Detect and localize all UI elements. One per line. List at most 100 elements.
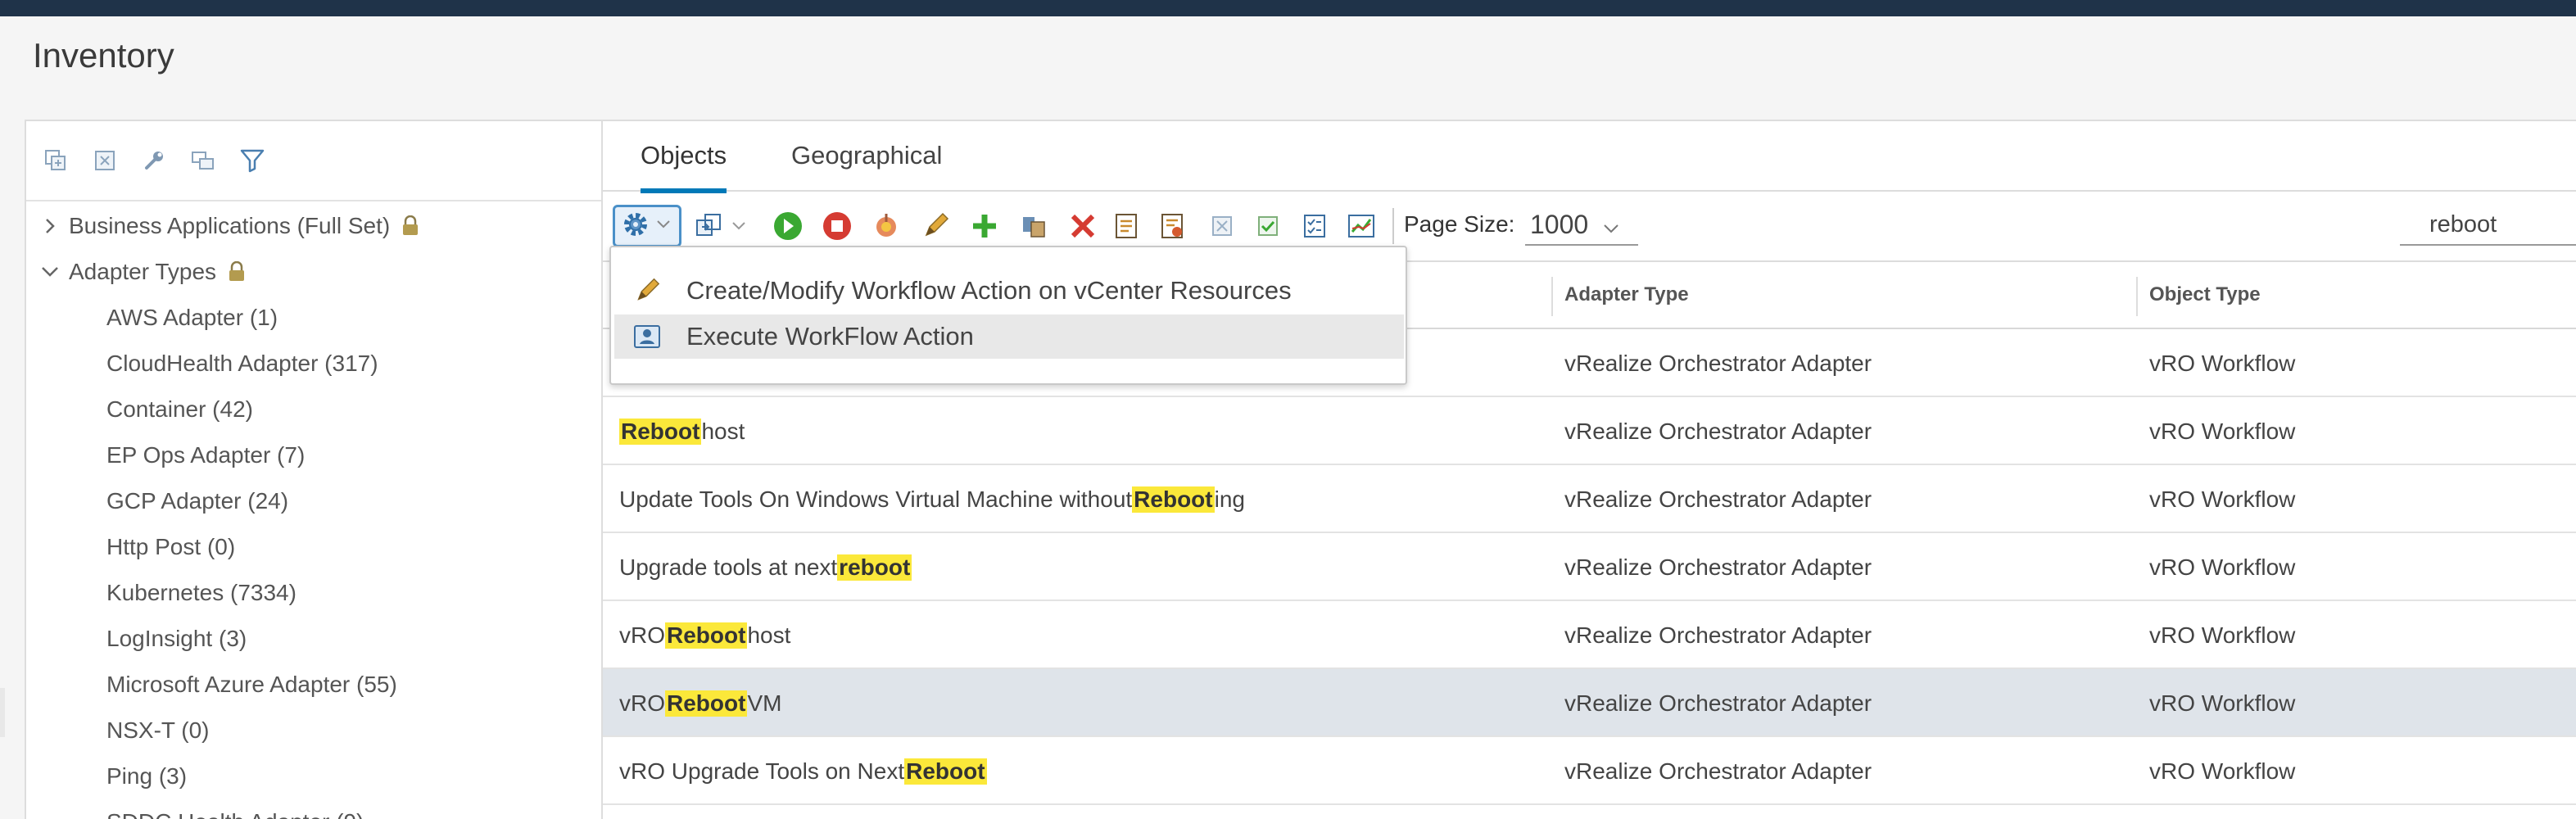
- table-row[interactable]: Update Tools On Windows Virtual Machine …: [603, 465, 2576, 533]
- top-header-bar: [0, 0, 2576, 16]
- gear-icon: [620, 209, 651, 244]
- column-header-object-type[interactable]: Object Type: [2149, 283, 2261, 306]
- inventory-tree: Business Applications (Full Set) Adapter…: [26, 203, 591, 819]
- object-type-cell: vRO Workflow: [2149, 758, 2296, 784]
- search-highlight: Reboot: [619, 418, 702, 445]
- menu-item-label: Create/Modify Workflow Action on vCenter…: [686, 276, 1292, 305]
- object-name-cell: Reboot host: [619, 418, 745, 445]
- column-resizer[interactable]: [2136, 277, 2138, 316]
- maintenance-on-icon[interactable]: [1252, 210, 1284, 242]
- tree-item-adapter[interactable]: SDDC Health Adapter (9): [26, 799, 591, 819]
- maintenance-off-icon[interactable]: [1206, 210, 1238, 242]
- tree-item-adapter[interactable]: Microsoft Azure Adapter (55): [26, 662, 591, 708]
- report-icon[interactable]: [1111, 210, 1143, 242]
- collapse-all-icon[interactable]: [88, 144, 121, 177]
- workflow-icon: [631, 320, 663, 353]
- lock-icon: [401, 215, 419, 237]
- left-tree-panel: Business Applications (Full Set) Adapter…: [25, 120, 603, 819]
- search-highlight: Reboot: [904, 758, 987, 785]
- tree-item-adapter[interactable]: Kubernetes (7334): [26, 570, 591, 616]
- checklist-icon[interactable]: [1299, 210, 1332, 242]
- add-icon[interactable]: [968, 210, 1001, 242]
- object-name-cell: Upgrade tools at next reboot: [619, 554, 912, 581]
- tree-item-adapter[interactable]: GCP Adapter (24): [26, 478, 591, 524]
- wrench-icon[interactable]: [138, 144, 170, 177]
- search-highlight: Reboot: [1132, 486, 1215, 513]
- object-name-cell: vRO Reboot host: [619, 622, 791, 649]
- page-size-value: 1000: [1530, 209, 1589, 239]
- tree-item-adapter[interactable]: EP Ops Adapter (7): [26, 432, 591, 478]
- pencil-icon[interactable]: [919, 210, 952, 242]
- page-size-label: Page Size:: [1404, 211, 1515, 237]
- menu-item-create-modify-workflow-action[interactable]: Create/Modify Workflow Action on vCenter…: [614, 269, 1404, 313]
- adapter-type-cell: vRealize Orchestrator Adapter: [1564, 554, 1872, 580]
- table-row[interactable]: Reboot host vRealize Orchestrator Adapte…: [603, 397, 2576, 465]
- tab-objects[interactable]: Objects: [641, 141, 727, 193]
- page-size-select[interactable]: 1000: [1525, 205, 1638, 246]
- left-edge-divider: [0, 688, 5, 737]
- clone-icon[interactable]: [1017, 210, 1050, 242]
- adapter-type-cell: vRealize Orchestrator Adapter: [1564, 486, 1872, 512]
- left-toolbar: [26, 121, 601, 201]
- export-icon[interactable]: [1157, 210, 1189, 242]
- chevron-down-icon[interactable]: [722, 210, 755, 242]
- tree-item-adapter[interactable]: CloudHealth Adapter (317): [26, 341, 591, 387]
- object-name-cell: Update Tools On Windows Virtual Machine …: [619, 486, 1245, 513]
- tree-item-adapter[interactable]: NSX-T (0): [26, 708, 591, 753]
- search-highlight: Reboot: [665, 690, 748, 717]
- expand-all-icon[interactable]: [39, 144, 72, 177]
- tab-geographical[interactable]: Geographical: [791, 141, 942, 188]
- column-resizer[interactable]: [1551, 277, 1553, 316]
- tree-item-adapter[interactable]: Ping (3): [26, 753, 591, 799]
- search-value: reboot: [2429, 210, 2497, 238]
- object-type-cell: vRO Workflow: [2149, 350, 2296, 376]
- tree-item-adapter-types[interactable]: Adapter Types: [26, 249, 591, 295]
- delete-icon[interactable]: [1066, 210, 1099, 242]
- chart-icon[interactable]: [1345, 210, 1378, 242]
- object-type-cell: vRO Workflow: [2149, 622, 2296, 648]
- adapter-type-cell: vRealize Orchestrator Adapter: [1564, 758, 1872, 784]
- tree-item-adapter[interactable]: Container (42): [26, 387, 591, 432]
- search-input[interactable]: reboot: [2400, 205, 2576, 246]
- table-row[interactable]: vRO Reboot host vRealize Orchestrator Ad…: [603, 601, 2576, 669]
- chevron-right-icon[interactable]: [38, 203, 62, 249]
- adapter-type-cell: vRealize Orchestrator Adapter: [1564, 418, 1872, 444]
- column-header-adapter-type[interactable]: Adapter Type: [1564, 283, 1689, 306]
- menu-item-execute-workflow-action[interactable]: Execute WorkFlow Action: [614, 314, 1404, 359]
- adapter-type-cell: vRealize Orchestrator Adapter: [1564, 622, 1872, 648]
- table-row[interactable]: vRO Upgrade Tools on Next Reboot vRealiz…: [603, 737, 2576, 805]
- tab-bar: Objects Geographical: [603, 121, 2576, 193]
- chevron-down-icon: [1603, 210, 1619, 240]
- object-name-cell: vRO Reboot VM: [619, 690, 782, 717]
- stop-icon[interactable]: [821, 210, 853, 242]
- search-highlight: Reboot: [665, 622, 748, 649]
- tree-item-business-applications[interactable]: Business Applications (Full Set): [26, 203, 591, 249]
- tree-item-label: Business Applications (Full Set): [69, 213, 391, 238]
- table-row[interactable]: Upgrade tools at next reboot vRealize Or…: [603, 533, 2576, 601]
- object-type-cell: vRO Workflow: [2149, 554, 2296, 580]
- power-state-icon[interactable]: [870, 210, 903, 242]
- objects-panel: Objects Geographical Page Size: 1000 reb…: [601, 120, 2576, 819]
- object-type-cell: vRO Workflow: [2149, 690, 2296, 716]
- adapter-type-cell: vRealize Orchestrator Adapter: [1564, 350, 1872, 376]
- pencil-icon: [631, 274, 663, 307]
- objects-table: vRealize Orchestrator Adapter vRO Workfl…: [603, 329, 2576, 805]
- chevron-down-icon[interactable]: [38, 249, 62, 295]
- tree-item-adapter[interactable]: Http Post (0): [26, 524, 591, 570]
- adapter-type-cell: vRealize Orchestrator Adapter: [1564, 690, 1872, 716]
- toolbar-divider: [1392, 208, 1394, 244]
- search-highlight: reboot: [837, 554, 912, 581]
- group-icon[interactable]: [187, 144, 220, 177]
- actions-menu-button[interactable]: [613, 205, 681, 247]
- table-row-selected[interactable]: vRO Reboot VM vRealize Orchestrator Adap…: [603, 669, 2576, 737]
- menu-item-label: Execute WorkFlow Action: [686, 322, 974, 351]
- tree-item-adapter[interactable]: AWS Adapter (1): [26, 295, 591, 341]
- object-name-cell: vRO Upgrade Tools on Next Reboot: [619, 758, 987, 785]
- actions-dropdown-menu: Create/Modify Workflow Action on vCenter…: [609, 246, 1407, 385]
- page-title: Inventory: [33, 36, 174, 75]
- tree-item-adapter[interactable]: LogInsight (3): [26, 616, 591, 662]
- filter-icon[interactable]: [236, 144, 269, 177]
- lock-icon: [228, 261, 246, 283]
- group-actions-icon[interactable]: [693, 210, 726, 242]
- start-icon[interactable]: [772, 210, 804, 242]
